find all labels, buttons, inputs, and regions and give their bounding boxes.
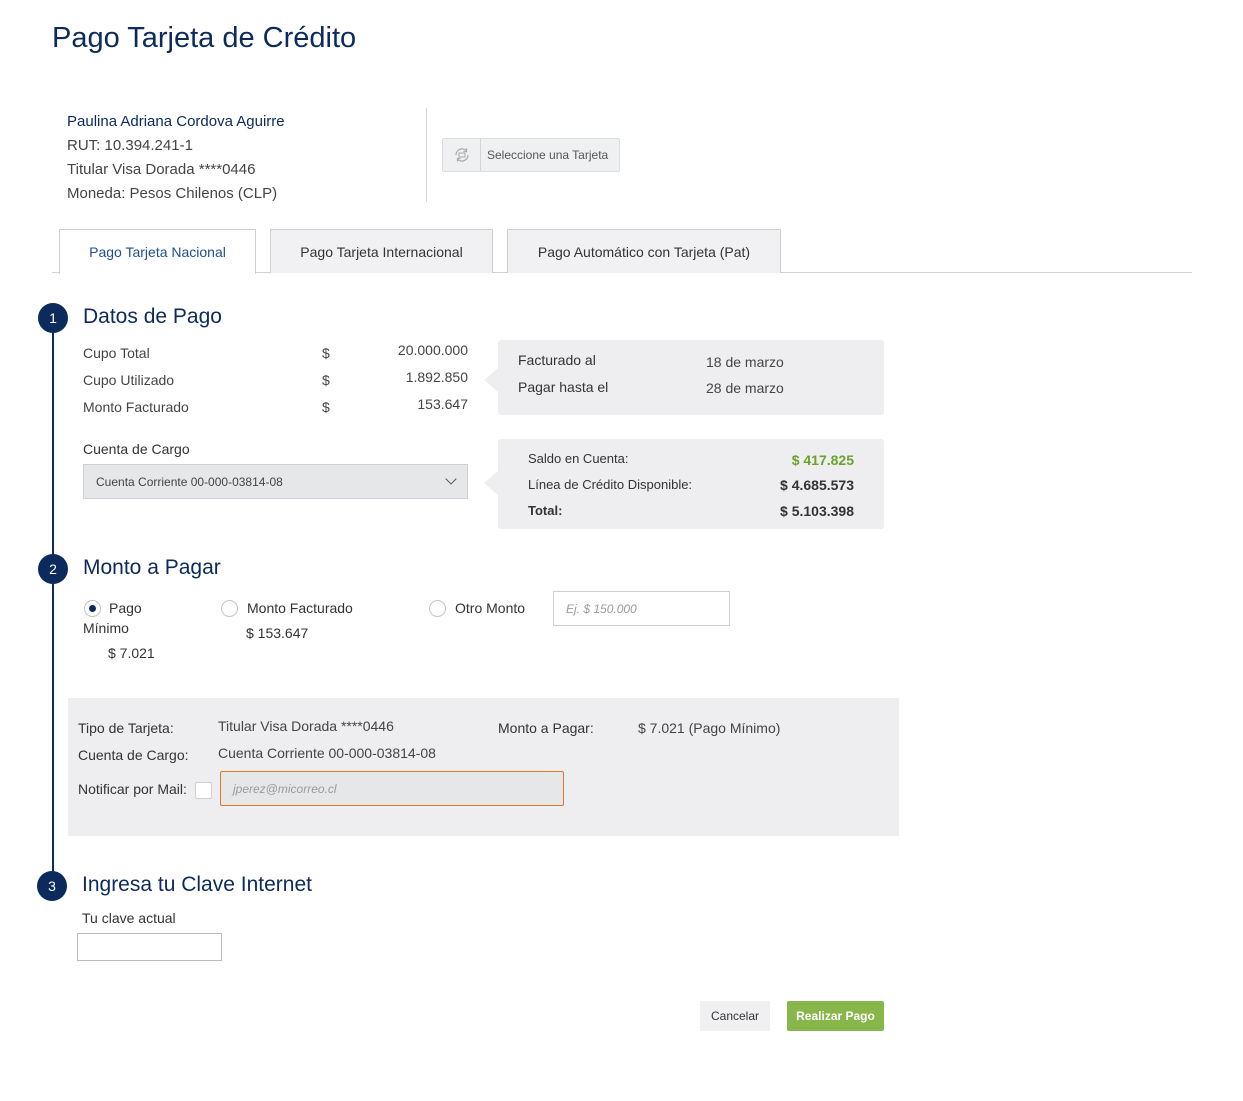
monto-pagar-label: Monto a Pagar: — [498, 720, 594, 736]
monto-facturado-value: 153.647 — [417, 396, 468, 412]
password-input[interactable] — [77, 933, 222, 961]
email-input[interactable]: jperez@micorreo.cl — [220, 771, 564, 806]
cupo-utilizado-label: Cupo Utilizado — [83, 372, 175, 388]
total-value: $ 5.103.398 — [780, 503, 854, 519]
due-date-label: Pagar hasta el — [518, 379, 609, 395]
step-1-badge: 1 — [38, 303, 68, 333]
chevron-down-icon — [445, 473, 457, 485]
balance-panel-pointer — [484, 471, 498, 495]
step-1-title: Datos de Pago — [83, 305, 222, 328]
due-date-value: 28 de marzo — [706, 380, 784, 396]
refresh-card-icon — [443, 139, 481, 171]
step-3-title: Ingresa tu Clave Internet — [82, 873, 312, 896]
divider — [426, 108, 427, 202]
linea-credito-label: Línea de Crédito Disponible: — [528, 477, 693, 492]
otro-monto-placeholder: Ej. $ 150.000 — [566, 601, 637, 616]
total-label: Total: — [528, 503, 563, 518]
cupo-total-currency: $ — [322, 345, 330, 361]
client-info: Paulina Adriana Cordova Aguirre RUT: 10.… — [67, 110, 285, 206]
billed-date-value: 18 de marzo — [706, 354, 784, 370]
pago-minimo-label-2: Mínimo — [83, 620, 129, 636]
radio-otro-monto[interactable] — [429, 600, 446, 617]
cupo-utilizado-currency: $ — [322, 372, 330, 388]
tab-pago-internacional[interactable]: Pago Tarjeta Internacional — [270, 229, 493, 273]
step-3-badge: 3 — [37, 871, 67, 901]
cancel-button[interactable]: Cancelar — [700, 1001, 770, 1031]
client-card: Titular Visa Dorada ****0446 — [67, 161, 256, 178]
account-select[interactable]: Cuenta Corriente 00-000-03814-08 — [83, 464, 468, 499]
password-label: Tu clave actual — [82, 910, 176, 926]
cupo-total-value: 20.000.000 — [397, 342, 468, 358]
select-card-button[interactable]: Seleccione una Tarjeta — [442, 138, 620, 172]
client-currency: Moneda: Pesos Chilenos (CLP) — [67, 185, 278, 202]
radio-monto-facturado[interactable] — [221, 600, 238, 617]
saldo-value: $ 417.825 — [791, 452, 854, 468]
client-rut: RUT: 10.394.241-1 — [67, 137, 193, 154]
otro-monto-input[interactable]: Ej. $ 150.000 — [553, 591, 730, 626]
billing-panel-pointer — [484, 368, 498, 392]
email-placeholder: jperez@micorreo.cl — [233, 781, 337, 796]
radio-pago-minimo[interactable] — [84, 600, 101, 617]
tab-pago-nacional[interactable]: Pago Tarjeta Nacional — [59, 229, 256, 274]
cuenta-cargo-label: Cuenta de Cargo: — [78, 747, 189, 763]
monto-facturado-label: Monto Facturado — [83, 399, 189, 415]
monto-facturado-option-value: $ 153.647 — [246, 625, 309, 641]
tab-pago-automatico[interactable]: Pago Automático con Tarjeta (Pat) — [507, 229, 781, 273]
tipo-tarjeta-label: Tipo de Tarjeta: — [78, 720, 174, 736]
step-2-title: Monto a Pagar — [83, 556, 221, 579]
pago-minimo-value: $ 7.021 — [108, 645, 155, 661]
billed-date-label: Facturado al — [518, 352, 596, 368]
notificar-mail-label: Notificar por Mail: — [78, 781, 187, 797]
step-connector-line — [52, 318, 54, 888]
page-title: Pago Tarjeta de Crédito — [52, 22, 357, 54]
notificar-mail-checkbox[interactable] — [195, 782, 212, 799]
account-select-value: Cuenta Corriente 00-000-03814-08 — [96, 474, 283, 489]
step-2-badge: 2 — [38, 554, 68, 584]
pago-minimo-label-1: Pago — [109, 600, 142, 616]
linea-credito-value: $ 4.685.573 — [780, 477, 854, 493]
billing-panel: Facturado al 18 de marzo Pagar hasta el … — [498, 340, 884, 415]
saldo-label: Saldo en Cuenta: — [528, 451, 629, 466]
otro-monto-label: Otro Monto — [455, 600, 526, 616]
submit-payment-button[interactable]: Realizar Pago — [787, 1001, 884, 1031]
cupo-utilizado-value: 1.892.850 — [405, 369, 468, 385]
client-name: Paulina Adriana Cordova Aguirre — [67, 113, 285, 130]
cupo-total-label: Cupo Total — [83, 345, 150, 361]
summary-panel — [68, 698, 899, 836]
balance-panel: Saldo en Cuenta: $ 417.825 Línea de Créd… — [498, 439, 884, 529]
cuenta-cargo-value: Cuenta Corriente 00-000-03814-08 — [218, 745, 436, 761]
monto-pagar-value: $ 7.021 (Pago Mínimo) — [638, 720, 781, 736]
account-label: Cuenta de Cargo — [83, 441, 190, 457]
monto-facturado-option-label: Monto Facturado — [247, 600, 353, 616]
tipo-tarjeta-value: Titular Visa Dorada ****0446 — [218, 718, 394, 734]
monto-facturado-currency: $ — [322, 399, 330, 415]
select-card-label: Seleccione una Tarjeta — [487, 148, 609, 162]
